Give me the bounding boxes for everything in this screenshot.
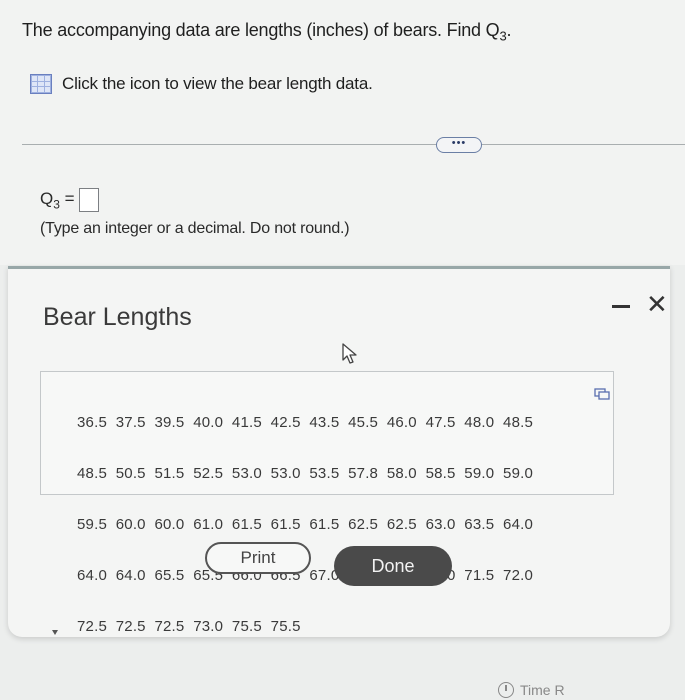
- bear-lengths-dialog: Bear Lengths ✕ 36.5 37.5 39.5 40.0 41.5 …: [8, 266, 670, 637]
- more-button[interactable]: •••: [436, 137, 482, 153]
- print-button[interactable]: Print: [205, 542, 311, 574]
- question-text-suffix: .: [506, 20, 512, 40]
- data-line: 72.5 72.5 72.5 73.0 75.5 75.5: [77, 618, 301, 635]
- mouse-cursor-icon: [342, 343, 357, 364]
- table-grid-icon[interactable]: [30, 74, 52, 94]
- q3-answer-input[interactable]: [78, 188, 99, 212]
- dialog-title: Bear Lengths: [43, 303, 192, 331]
- data-line: 36.5 37.5 39.5 40.0 41.5 42.5 43.5 45.5 …: [77, 414, 534, 431]
- divider: [22, 144, 685, 145]
- data-line: 48.5 50.5 51.5 52.5 53.0 53.0 53.5 57.8 …: [77, 465, 534, 482]
- data-lines: 36.5 37.5 39.5 40.0 41.5 42.5 43.5 45.5 …: [77, 380, 533, 669]
- time-remaining-chip[interactable]: Time R: [498, 682, 565, 698]
- close-icon[interactable]: ✕: [646, 289, 668, 319]
- view-data-label: Click the icon to view the bear length d…: [62, 74, 373, 93]
- minimize-icon[interactable]: [612, 305, 630, 308]
- question-text: The accompanying data are lengths (inche…: [22, 20, 512, 44]
- done-button[interactable]: Done: [334, 546, 452, 586]
- question-text-prefix: The accompanying data are lengths (inche…: [22, 20, 500, 40]
- copy-icon[interactable]: [594, 388, 610, 400]
- answer-hint: (Type an integer or a decimal. Do not ro…: [40, 220, 350, 237]
- question-text-subscript: 3: [499, 28, 507, 44]
- bear-length-data-panel: 36.5 37.5 39.5 40.0 41.5 42.5 43.5 45.5 …: [40, 371, 614, 635]
- page: The accompanying data are lengths (inche…: [0, 0, 685, 700]
- clock-icon: [498, 682, 514, 698]
- q3-label: Q3 =: [40, 188, 75, 212]
- question-area: The accompanying data are lengths (inche…: [0, 0, 685, 265]
- timer-label: Time R: [520, 682, 565, 698]
- q3-answer-row: Q3 =: [40, 188, 99, 212]
- view-data-link[interactable]: Click the icon to view the bear length d…: [30, 74, 373, 94]
- data-line: 59.5 60.0 60.0 61.0 61.5 61.5 61.5 62.5 …: [77, 516, 534, 533]
- dropdown-arrow-icon: [52, 630, 58, 635]
